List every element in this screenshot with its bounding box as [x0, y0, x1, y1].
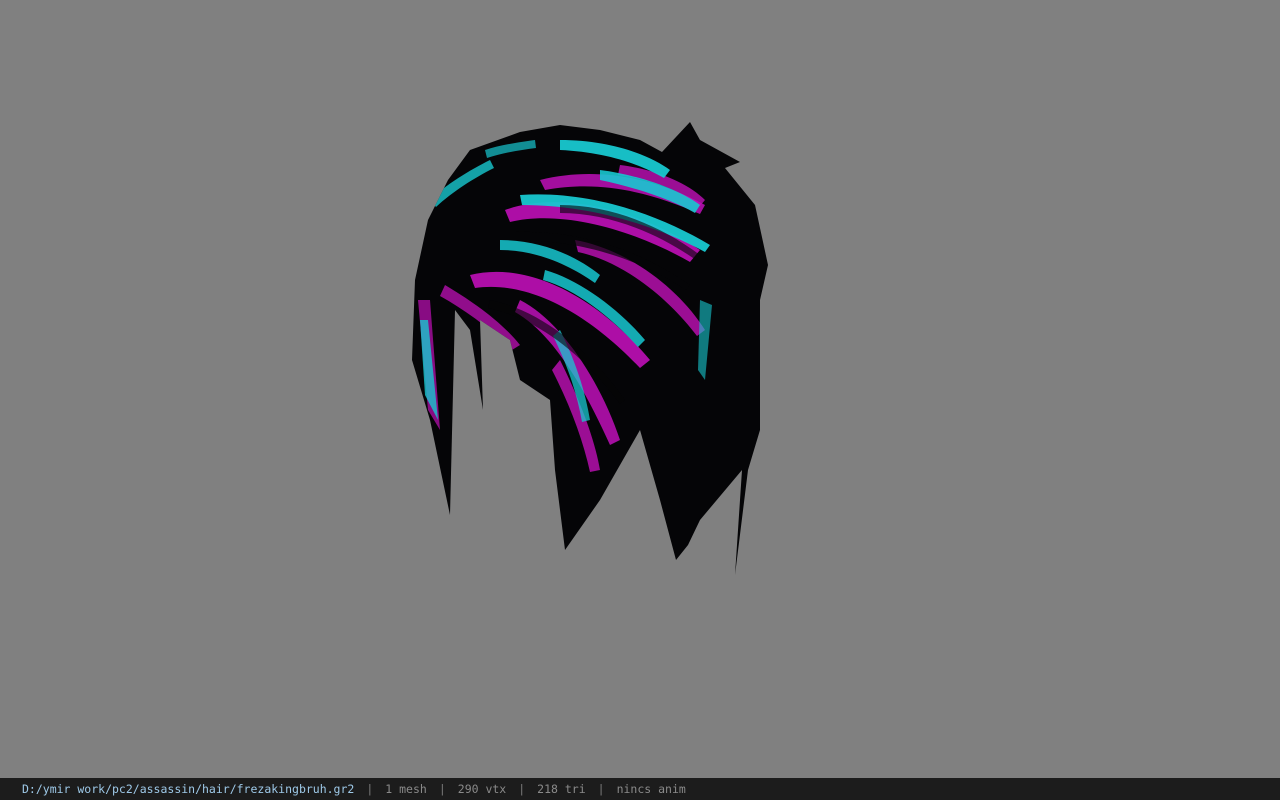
- file-path-label: D:/ymir work/pc2/assassin/hair/frezaking…: [22, 782, 355, 796]
- hair-base-mesh: [412, 122, 768, 575]
- status-separator: |: [518, 782, 526, 796]
- status-separator: |: [438, 782, 446, 796]
- vertex-count-label: 290 vtx: [457, 782, 507, 796]
- status-separator: |: [597, 782, 605, 796]
- hair-model-render[interactable]: [0, 0, 1280, 778]
- 3d-viewport[interactable]: [0, 0, 1280, 778]
- triangle-count-label: 218 tri: [537, 782, 586, 796]
- mesh-count-label: 1 mesh: [385, 782, 427, 796]
- anim-status-label: nincs anim: [616, 782, 686, 796]
- status-separator: |: [366, 782, 374, 796]
- status-bar: D:/ymir work/pc2/assassin/hair/frezaking…: [0, 778, 1280, 800]
